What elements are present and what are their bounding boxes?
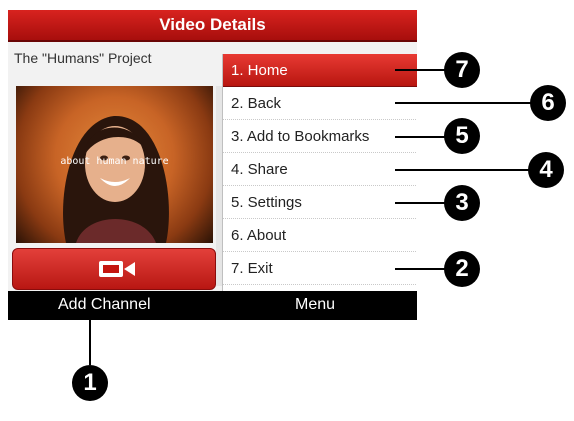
menu-item-about[interactable]: 6. About — [223, 219, 417, 252]
callout-line-3 — [395, 202, 445, 204]
callout-badge-1: 1 — [72, 365, 108, 401]
callout-badge-3: 3 — [444, 185, 480, 221]
callout-line-4 — [395, 169, 530, 171]
callout-badge-5: 5 — [444, 118, 480, 154]
add-channel-softkey[interactable]: Add Channel — [58, 296, 151, 314]
options-menu: 1. Home 2. Back 3. Add to Bookmarks 4. S… — [222, 54, 417, 291]
page-title: Video Details — [8, 10, 417, 42]
phone-screen: Video Details The "Humans" Project about… — [8, 10, 417, 320]
menu-item-share[interactable]: 4. Share — [223, 153, 417, 186]
callout-line-6 — [395, 102, 535, 104]
callout-line-1 — [89, 320, 91, 365]
menu-item-home[interactable]: 1. Home — [223, 54, 417, 87]
callout-line-7 — [395, 69, 445, 71]
video-thumbnail[interactable]: about human nature — [16, 86, 213, 243]
record-video-button[interactable] — [12, 248, 216, 290]
callout-badge-4: 4 — [528, 152, 564, 188]
menu-item-exit[interactable]: 7. Exit — [223, 252, 417, 285]
callout-badge-7: 7 — [444, 52, 480, 88]
softkey-bar: Add Channel Menu — [8, 291, 417, 320]
video-camera-icon — [99, 261, 135, 277]
menu-softkey[interactable]: Menu — [295, 296, 335, 314]
callout-badge-6: 6 — [530, 85, 566, 121]
video-title: The "Humans" Project — [14, 50, 152, 66]
callout-line-5 — [395, 136, 445, 138]
callout-badge-2: 2 — [444, 251, 480, 287]
callout-line-2 — [395, 268, 445, 270]
menu-item-back[interactable]: 2. Back — [223, 87, 417, 120]
menu-item-add-to-bookmarks[interactable]: 3. Add to Bookmarks — [223, 120, 417, 153]
menu-item-settings[interactable]: 5. Settings — [223, 186, 417, 219]
video-caption: about human nature — [60, 156, 169, 167]
